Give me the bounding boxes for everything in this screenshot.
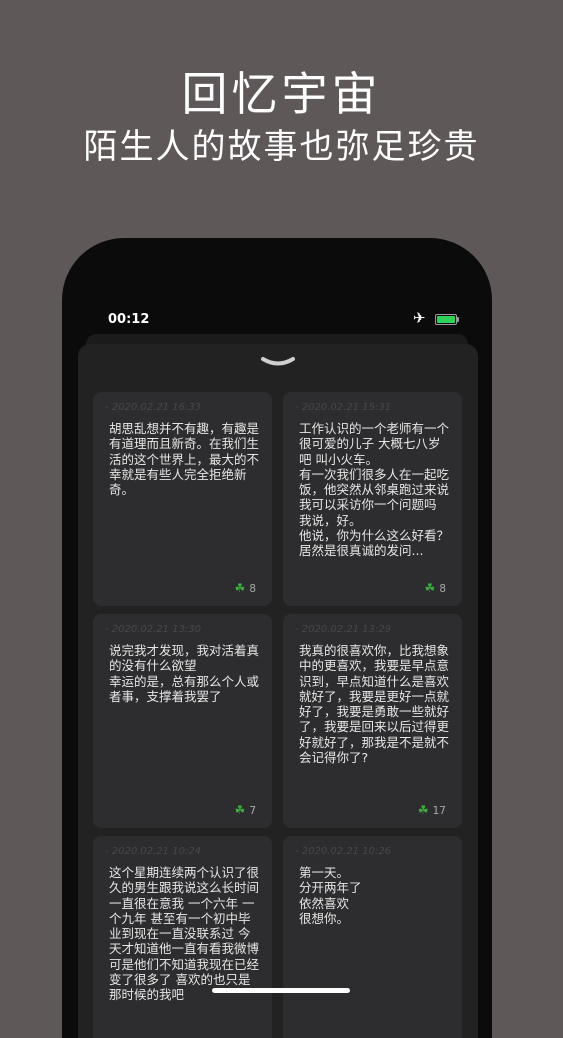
promo-subtitle: 陌生人的故事也弥足珍贵 bbox=[83, 127, 480, 167]
card-text: 第一天。 分开两年了 依然喜欢 很想你。 bbox=[299, 865, 362, 926]
card-date: - 2020.02.21 16:33 bbox=[105, 402, 202, 413]
like-count: 8 bbox=[249, 583, 256, 595]
clover-icon: ☘ bbox=[234, 803, 246, 817]
card-date: - 2020.02.21 13:29 bbox=[295, 624, 392, 635]
card-like-count[interactable]: ☘ 7 bbox=[235, 803, 256, 817]
card-like-count[interactable]: ☘ 8 bbox=[425, 581, 446, 595]
memory-sheet: - 2020.02.21 16:33 胡思乱想并不有趣，有趣是有道理而且新奇。在… bbox=[78, 344, 478, 1038]
phone-frame: 00:12 ✈ - 2020.02.21 16:33 胡思乱想并不有趣，有趣是有… bbox=[62, 238, 492, 1038]
card-like-count[interactable]: ☘ 8 bbox=[235, 581, 256, 595]
card-date: - 2020.02.21 10:26 bbox=[295, 846, 392, 857]
like-count: 17 bbox=[432, 805, 446, 817]
memory-card[interactable]: - 2020.02.21 16:33 胡思乱想并不有趣，有趣是有道理而且新奇。在… bbox=[93, 392, 272, 606]
memory-card[interactable]: - 2020.02.21 13:30 说完我才发现，我对活着真的没有什么欲望 幸… bbox=[93, 614, 272, 828]
battery-icon bbox=[435, 314, 459, 325]
card-text: 工作认识的一个老师有一个很可爱的儿子 大概七八岁吧 叫小火车。 有一次我们很多人… bbox=[299, 421, 450, 559]
card-date: - 2020.02.21 15:31 bbox=[295, 402, 392, 413]
card-text: 我真的很喜欢你，比我想象中的更喜欢，我要是早点意识到，早点知道什么是喜欢就好了，… bbox=[299, 643, 450, 766]
card-text: 胡思乱想并不有趣，有趣是有道理而且新奇。在我们生活的这个世界上，最大的不幸就是有… bbox=[109, 421, 260, 498]
card-date: - 2020.02.21 10:24 bbox=[105, 846, 202, 857]
card-date: - 2020.02.21 13:30 bbox=[105, 624, 202, 635]
promo-title: 回忆宇宙 bbox=[181, 67, 382, 121]
memory-card[interactable]: - 2020.02.21 10:24 这个星期连续两个认识了很久的男生跟我说这么… bbox=[93, 836, 272, 1038]
card-text: 说完我才发现，我对活着真的没有什么欲望 幸运的是，总有那么个人或者事，支撑着我罢… bbox=[109, 643, 260, 704]
home-indicator[interactable] bbox=[212, 988, 350, 993]
like-count: 7 bbox=[249, 805, 256, 817]
memory-card[interactable]: - 2020.02.21 10:26 第一天。 分开两年了 依然喜欢 很想你。 bbox=[283, 836, 462, 1038]
memory-card[interactable]: - 2020.02.21 13:29 我真的很喜欢你，比我想象中的更喜欢，我要是… bbox=[283, 614, 462, 828]
airplane-mode-icon: ✈ bbox=[413, 309, 426, 327]
like-count: 8 bbox=[439, 583, 446, 595]
chevron-down-icon[interactable] bbox=[260, 356, 296, 368]
clover-icon: ☘ bbox=[417, 803, 429, 817]
clover-icon: ☘ bbox=[424, 581, 436, 595]
card-text: 这个星期连续两个认识了很久的男生跟我说这么长时间一直很在意我 一个六年 一个九年… bbox=[109, 865, 263, 1003]
memory-card[interactable]: - 2020.02.21 15:31 工作认识的一个老师有一个很可爱的儿子 大概… bbox=[283, 392, 462, 606]
card-like-count[interactable]: ☘ 17 bbox=[418, 803, 446, 817]
status-time: 00:12 bbox=[108, 312, 150, 327]
clover-icon: ☘ bbox=[234, 581, 246, 595]
